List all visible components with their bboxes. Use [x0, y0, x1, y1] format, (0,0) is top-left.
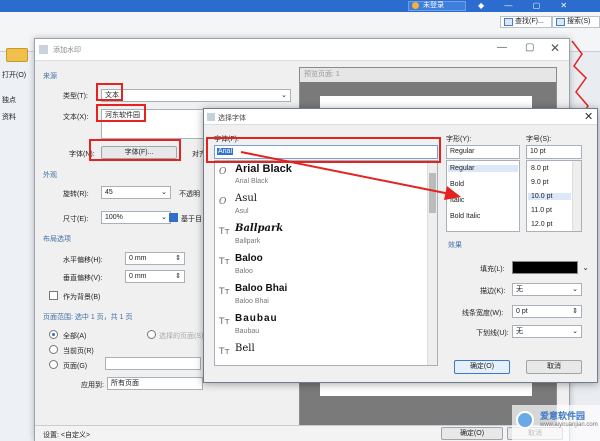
watermark-title: 爱意软件园 — [540, 411, 586, 421]
site-logo — [516, 411, 534, 429]
annotation-arrow — [240, 151, 461, 200]
site-watermark: 爱意软件园 www.aiyiruanjian.com — [512, 405, 600, 441]
watermark-url: www.aiyiruanjian.com — [540, 422, 598, 428]
